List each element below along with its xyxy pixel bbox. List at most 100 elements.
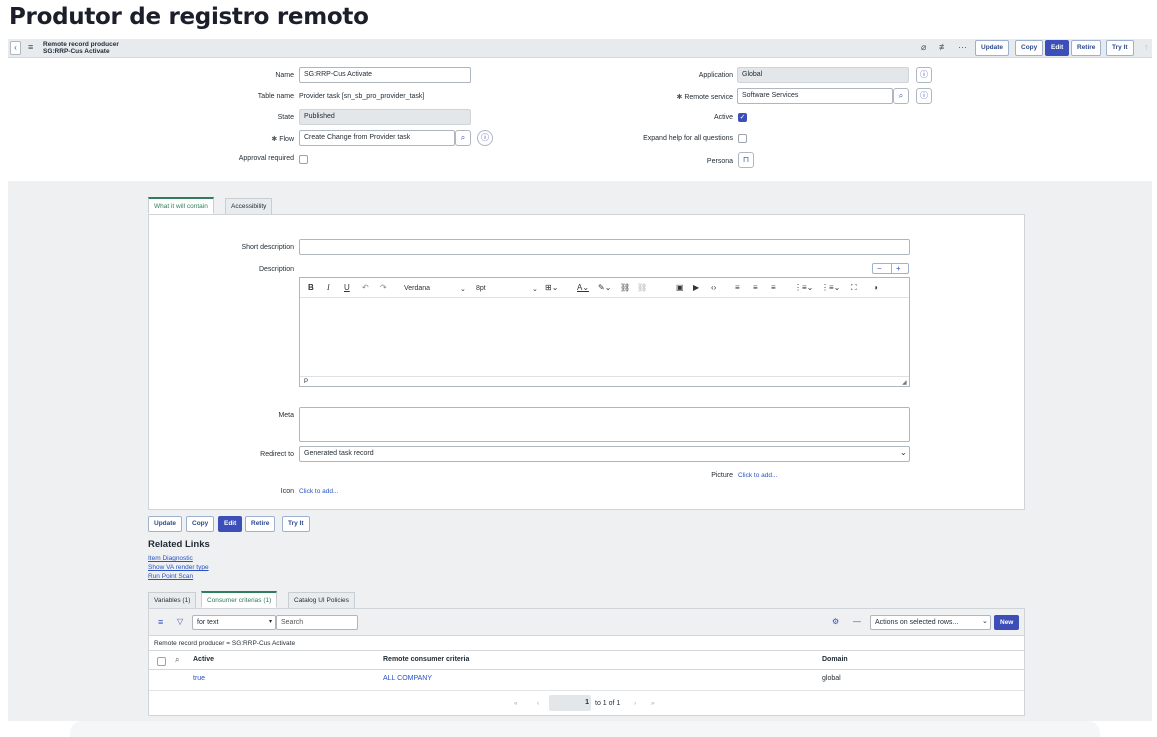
tab-consumer-criterias[interactable]: Consumer criterias (1)	[201, 591, 278, 608]
description-label: Description	[258, 266, 294, 273]
underline-icon[interactable]: U	[344, 283, 350, 292]
remote-service-info-icon[interactable]: ⓘ	[916, 88, 932, 104]
flow-field[interactable]: Create Change from Provider task	[299, 130, 455, 146]
short-description-input[interactable]	[299, 239, 910, 255]
remote-service-field[interactable]: Software Services	[737, 88, 893, 104]
tab-catalog-ui-policies[interactable]: Catalog UI Policies	[288, 592, 355, 609]
picture-add-link[interactable]: Click to add...	[738, 472, 777, 479]
editor-resize-handle-icon[interactable]: ◢	[902, 379, 907, 386]
align-right-icon[interactable]: ≡	[771, 283, 776, 292]
picture-label: Picture	[711, 472, 733, 479]
tab-variables[interactable]: Variables (1)	[148, 592, 197, 609]
flow-info-icon[interactable]: ⓘ	[477, 130, 493, 146]
meta-textarea[interactable]	[299, 407, 910, 442]
font-size-select[interactable]: 8pt	[476, 285, 486, 292]
header-tryit-button[interactable]: Try It	[1106, 40, 1134, 56]
font-family-chevron-icon[interactable]: ⌄	[460, 285, 466, 293]
run-point-scan-link[interactable]: Run Point Scan	[148, 573, 193, 580]
more-options-icon[interactable]: ···	[958, 42, 967, 52]
italic-icon[interactable]: I	[327, 283, 330, 292]
bottom-edit-button[interactable]: Edit	[218, 516, 243, 532]
code-icon[interactable]: ‹›	[711, 283, 716, 292]
persona-lock-icon[interactable]: ⊓	[738, 152, 754, 168]
unlink-icon[interactable]: ⛓	[637, 283, 647, 292]
bottom-copy-button[interactable]: Copy	[186, 516, 215, 532]
expand-help-checkbox[interactable]	[738, 134, 747, 143]
numbered-list-icon[interactable]: ⋮≡⌄	[821, 283, 840, 292]
align-center-icon[interactable]: ≡	[753, 283, 758, 292]
font-size-chevron-icon[interactable]: ⌄	[532, 285, 538, 293]
actions-chevron-icon[interactable]: ⌄	[982, 617, 988, 625]
expand-plus-icon[interactable]: +	[891, 264, 901, 273]
active-checkbox[interactable]: ✓	[738, 113, 747, 122]
flow-label: ✱ Flow	[271, 136, 294, 143]
application-info-icon[interactable]: ⓘ	[916, 67, 932, 83]
item-diagnostic-link[interactable]: Item Diagnostic	[148, 555, 193, 562]
highlight-icon[interactable]: ✎⌄	[598, 283, 611, 292]
hamburger-menu-icon[interactable]: ≡	[28, 42, 33, 52]
tab-what-it-will-contain[interactable]: What it will contain	[148, 197, 214, 214]
redirect-chevron-icon[interactable]: ⌄	[900, 448, 907, 457]
redirect-select[interactable]: Generated task record	[299, 446, 910, 462]
collapse-minus-icon[interactable]: −	[877, 264, 882, 273]
name-label: Name	[275, 72, 294, 79]
description-editor[interactable]	[299, 277, 910, 387]
list-breadcrumb[interactable]: Remote record producer = SG:RRP-Cus Acti…	[154, 640, 295, 647]
contrast-icon[interactable]: ◑	[873, 283, 878, 292]
undo-icon[interactable]: ↶	[362, 283, 369, 292]
redo-icon[interactable]: ↷	[380, 283, 387, 292]
actions-select[interactable]: Actions on selected rows...	[870, 615, 991, 630]
bold-icon[interactable]: B	[308, 283, 314, 292]
list-search-input[interactable]: Search	[276, 615, 358, 630]
first-page-icon[interactable]: «	[514, 700, 518, 707]
scroll-up-icon[interactable]: ↑	[1144, 42, 1149, 52]
filter-chevron-icon[interactable]: ▾	[269, 618, 272, 625]
table-icon[interactable]: ⊞⌄	[545, 283, 558, 292]
show-va-render-link[interactable]: Show VA render type	[148, 564, 209, 571]
back-icon[interactable]: ‹	[10, 41, 21, 55]
bottom-tryit-button[interactable]: Try It	[282, 516, 310, 532]
font-family-select[interactable]: Verdana	[404, 285, 430, 292]
settings-sliders-icon[interactable]: ≢	[939, 42, 948, 52]
page-heading: Produtor de registro remoto	[9, 4, 369, 30]
media-icon[interactable]: ▶	[693, 283, 699, 292]
header-update-button[interactable]: Update	[975, 40, 1010, 56]
fullscreen-icon[interactable]: ⛶	[851, 283, 857, 293]
name-field[interactable]: SG:RRP-Cus Activate	[299, 67, 471, 83]
filter-field-select[interactable]: for text	[192, 615, 276, 630]
column-header-criteria[interactable]: Remote consumer criteria	[383, 656, 469, 663]
image-icon[interactable]: ▣	[676, 283, 684, 292]
list-settings-gear-icon[interactable]: ⚙	[832, 617, 839, 626]
row-criteria-link[interactable]: ALL COMPANY	[383, 675, 432, 682]
header-copy-button[interactable]: Copy	[1015, 40, 1044, 56]
column-header-active[interactable]: Active	[193, 656, 214, 663]
prev-page-icon[interactable]: ‹	[537, 700, 539, 707]
next-page-icon[interactable]: ›	[634, 700, 636, 707]
redirect-label: Redirect to	[260, 451, 294, 458]
page-number-input[interactable]: 1	[549, 695, 591, 711]
column-header-domain[interactable]: Domain	[822, 656, 848, 663]
bullet-list-icon[interactable]: ⋮≡⌄	[794, 283, 813, 292]
tab-accessibility[interactable]: Accessibility	[225, 198, 273, 215]
bottom-retire-button[interactable]: Retire	[245, 516, 276, 532]
text-color-icon[interactable]: A⌄	[577, 283, 589, 292]
flow-search-icon[interactable]: ⌕	[455, 130, 471, 146]
header-edit-button[interactable]: Edit	[1045, 40, 1070, 56]
link-icon[interactable]: ⛓	[620, 283, 630, 292]
icon-label: Icon	[280, 488, 294, 495]
icon-add-link[interactable]: Click to add...	[299, 488, 338, 495]
new-button[interactable]: New	[994, 615, 1020, 630]
select-all-checkbox[interactable]	[157, 657, 166, 666]
list-menu-icon[interactable]: ≡	[158, 617, 163, 627]
list-collapse-icon[interactable]: —	[853, 617, 861, 626]
header-retire-button[interactable]: Retire	[1071, 40, 1102, 56]
remote-service-search-icon[interactable]: ⌕	[893, 88, 909, 104]
approval-checkbox[interactable]	[299, 155, 308, 164]
attachment-icon[interactable]: ⌀	[921, 42, 926, 53]
column-search-icon[interactable]: ⌕	[175, 655, 179, 665]
last-page-icon[interactable]: »	[651, 700, 655, 707]
row-active-link[interactable]: true	[193, 675, 205, 682]
bottom-update-button[interactable]: Update	[148, 516, 183, 532]
filter-icon[interactable]: ▽	[177, 617, 183, 626]
align-left-icon[interactable]: ≡	[735, 283, 740, 292]
